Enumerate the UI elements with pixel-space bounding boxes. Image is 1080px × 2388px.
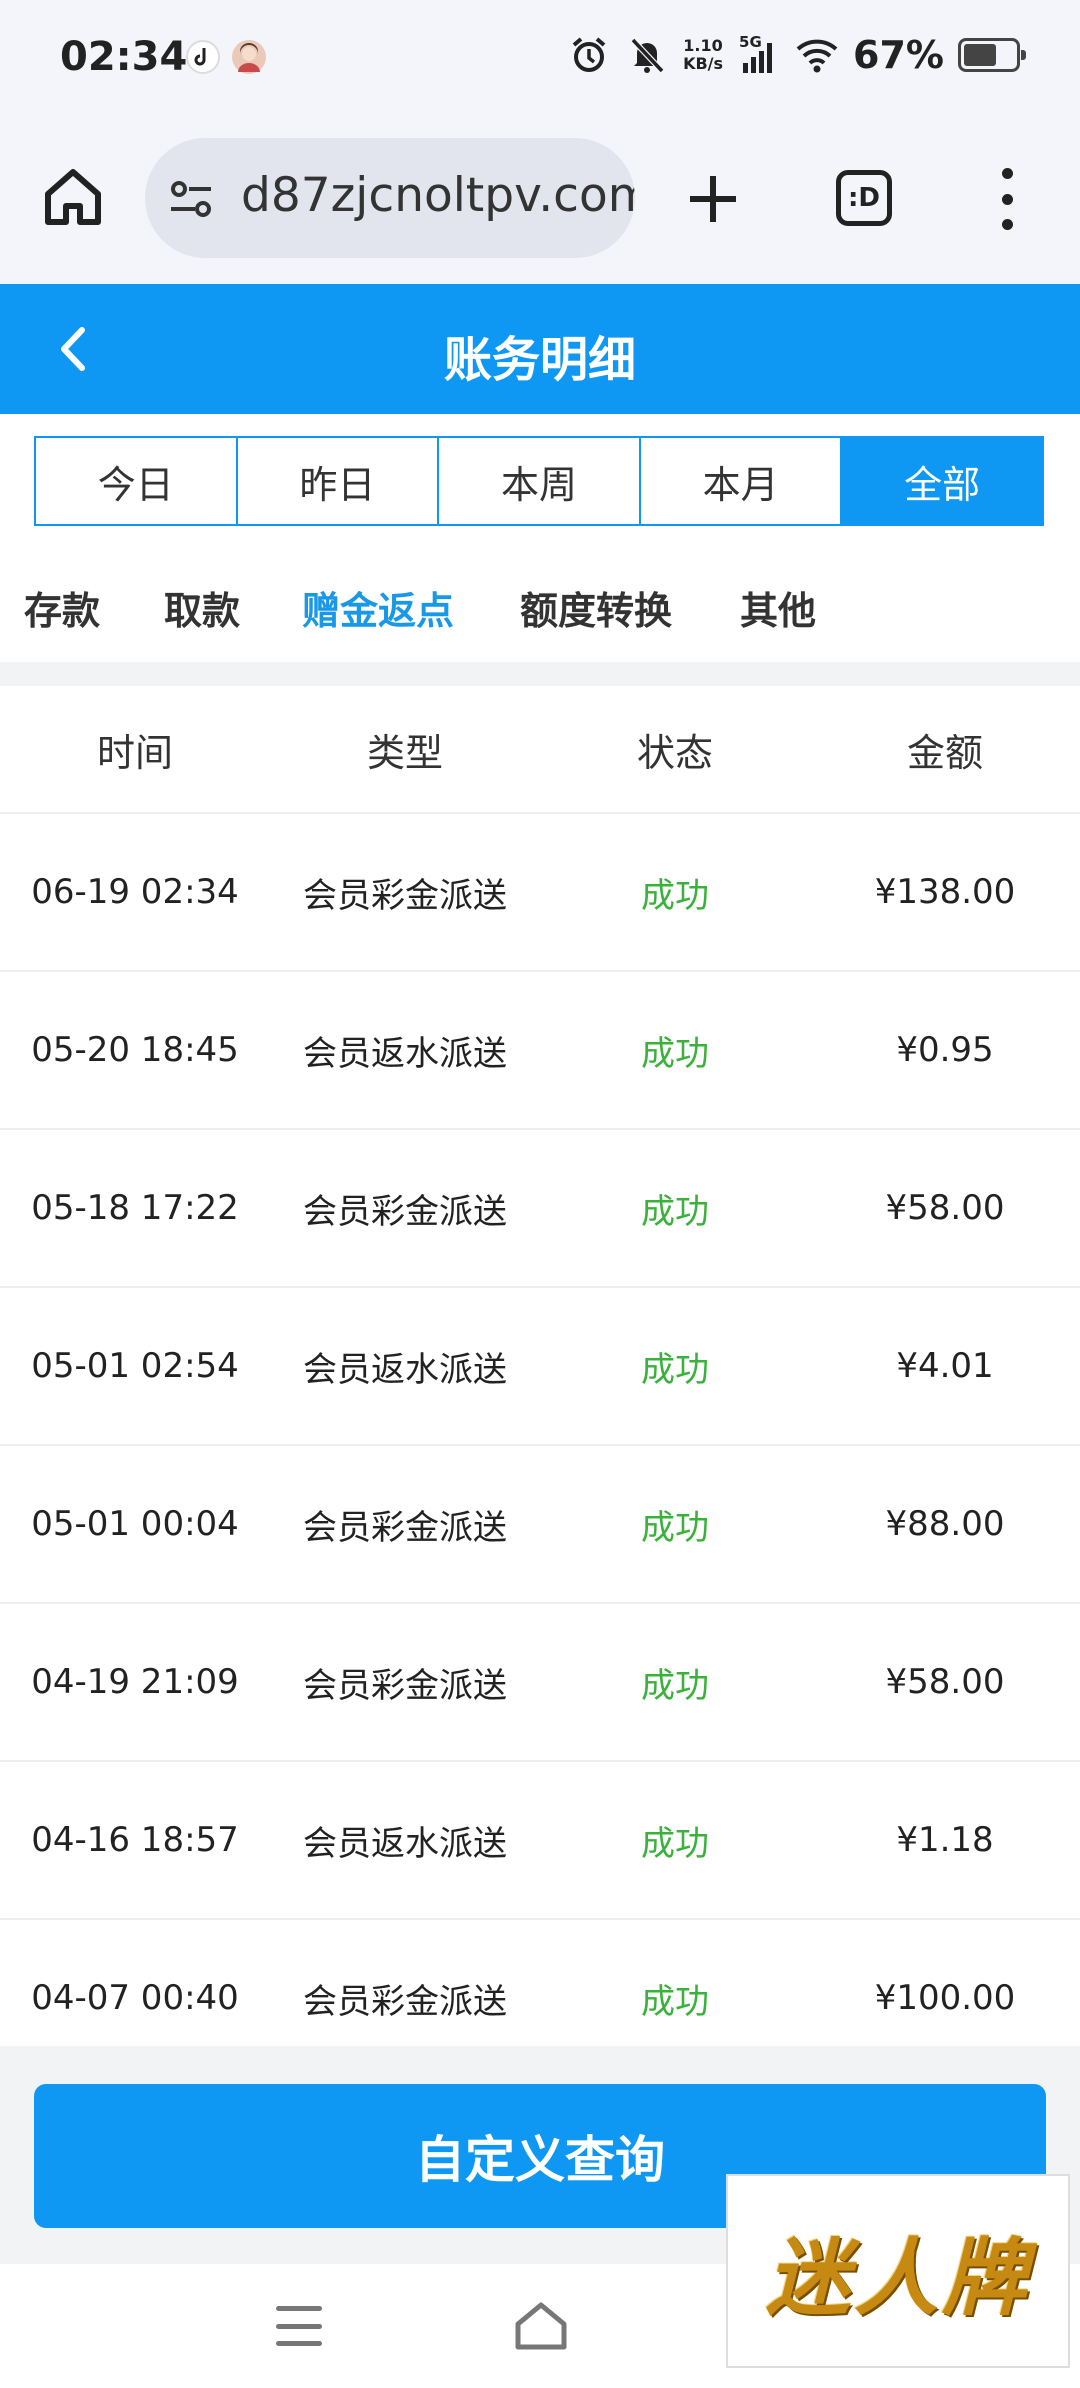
column-header-type: 类型 bbox=[366, 730, 443, 775]
date-filter-segmented: 今日 昨日 本周 本月 全部 bbox=[34, 436, 1044, 526]
table-row[interactable]: 04-16 18:57 会员返水派送 成功 ¥1.18 bbox=[0, 1762, 1080, 1920]
tab-bonus-rebate[interactable]: 赠金返点 bbox=[302, 580, 454, 635]
tab-switcher-button[interactable]: :D bbox=[836, 170, 892, 226]
tab-balance-transfer[interactable]: 额度转换 bbox=[520, 580, 672, 635]
row-status: 成功 bbox=[641, 1981, 709, 2022]
date-filter-yesterday[interactable]: 昨日 bbox=[237, 438, 440, 524]
row-time: 05-20 18:45 bbox=[31, 1030, 239, 1070]
speed-value: 1.10 bbox=[683, 36, 723, 55]
battery-percent: 67% bbox=[853, 33, 944, 77]
alarm-icon bbox=[567, 33, 611, 77]
row-status: 成功 bbox=[641, 1823, 709, 1864]
row-time: 04-16 18:57 bbox=[31, 1820, 239, 1860]
table-row[interactable]: 06-19 02:34 会员彩金派送 成功 ¥138.00 bbox=[0, 814, 1080, 972]
transaction-table[interactable]: 时间 类型 状态 金额 06-19 02:34 会员彩金派送 成功 ¥138.0… bbox=[0, 686, 1080, 2046]
row-status: 成功 bbox=[641, 1665, 709, 1706]
row-type: 会员彩金派送 bbox=[303, 1981, 507, 2022]
date-filter-all[interactable]: 全部 bbox=[842, 438, 1042, 524]
recent-apps-icon[interactable] bbox=[276, 2306, 322, 2346]
table-header: 时间 类型 状态 金额 bbox=[0, 686, 1080, 814]
table-row[interactable]: 04-07 00:40 会员彩金派送 成功 ¥100.00 bbox=[0, 1920, 1080, 2046]
row-type: 会员返水派送 bbox=[303, 1033, 507, 1074]
url-text[interactable]: d87zjcnoltpv.com bbox=[241, 168, 635, 223]
table-row[interactable]: 05-18 17:22 会员彩金派送 成功 ¥58.00 bbox=[0, 1130, 1080, 1288]
status-bar: 02:34 1.10 KB/s 5G 67% bbox=[0, 0, 1080, 118]
tab-withdraw[interactable]: 取款 bbox=[164, 580, 240, 635]
row-type: 会员返水派送 bbox=[303, 1349, 507, 1390]
tiktok-notification-icon bbox=[186, 40, 220, 74]
row-status: 成功 bbox=[641, 1191, 709, 1232]
row-time: 06-19 02:34 bbox=[31, 872, 239, 912]
browser-toolbar: d87zjcnoltpv.com :D bbox=[0, 118, 1080, 284]
date-filter-today[interactable]: 今日 bbox=[36, 438, 238, 524]
nav-home-icon[interactable] bbox=[512, 2300, 570, 2352]
row-amount: ¥1.18 bbox=[896, 1820, 994, 1860]
row-time: 05-01 02:54 bbox=[31, 1346, 239, 1386]
row-amount: ¥88.00 bbox=[885, 1504, 1005, 1544]
date-filter-this-month[interactable]: 本月 bbox=[640, 438, 843, 524]
row-time: 05-18 17:22 bbox=[31, 1188, 239, 1228]
row-time: 04-07 00:40 bbox=[31, 1978, 239, 2018]
address-bar[interactable]: d87zjcnoltpv.com bbox=[145, 138, 635, 258]
row-amount: ¥100.00 bbox=[874, 1978, 1016, 2018]
watermark-logo: 迷人牌 bbox=[726, 2174, 1070, 2368]
column-header-amount: 金额 bbox=[906, 730, 983, 775]
row-type: 会员彩金派送 bbox=[303, 1191, 507, 1232]
date-filter-bar: 今日 昨日 本周 本月 全部 bbox=[0, 414, 1080, 540]
network-speed: 1.10 KB/s bbox=[683, 37, 723, 73]
watermark-text: 迷人牌 bbox=[765, 2228, 1030, 2327]
mute-bell-icon bbox=[625, 33, 669, 77]
row-status: 成功 bbox=[641, 1349, 709, 1390]
cellular-5g-icon: 5G bbox=[737, 33, 781, 77]
speed-unit: KB/s bbox=[683, 54, 724, 73]
wifi-icon bbox=[795, 33, 839, 77]
battery-icon bbox=[958, 38, 1026, 72]
row-type: 会员返水派送 bbox=[303, 1823, 507, 1864]
table-row[interactable]: 04-19 21:09 会员彩金派送 成功 ¥58.00 bbox=[0, 1604, 1080, 1762]
row-type: 会员彩金派送 bbox=[303, 875, 507, 916]
status-time: 02:34 bbox=[60, 34, 188, 80]
row-time: 05-01 00:04 bbox=[31, 1504, 239, 1544]
row-amount: ¥4.01 bbox=[896, 1346, 994, 1386]
date-filter-this-week[interactable]: 本周 bbox=[439, 438, 641, 524]
page-title: 账务明细 bbox=[443, 332, 636, 388]
new-tab-icon[interactable] bbox=[684, 170, 742, 228]
row-type: 会员彩金派送 bbox=[303, 1507, 507, 1548]
row-amount: ¥58.00 bbox=[885, 1662, 1005, 1702]
table-row[interactable]: 05-01 02:54 会员返水派送 成功 ¥4.01 bbox=[0, 1288, 1080, 1446]
row-amount: ¥58.00 bbox=[885, 1188, 1005, 1228]
row-amount: ¥0.95 bbox=[896, 1030, 994, 1070]
app-header: 账务明细 bbox=[0, 284, 1080, 414]
site-settings-icon[interactable] bbox=[167, 174, 217, 224]
category-tabs: 存款 取款 赠金返点 额度转换 其他 bbox=[0, 540, 1080, 662]
table-row[interactable]: 05-20 18:45 会员返水派送 成功 ¥0.95 bbox=[0, 972, 1080, 1130]
home-icon[interactable] bbox=[38, 162, 108, 232]
column-header-status: 状态 bbox=[636, 730, 713, 775]
row-type: 会员彩金派送 bbox=[303, 1665, 507, 1706]
row-status: 成功 bbox=[641, 1507, 709, 1548]
row-status: 成功 bbox=[641, 875, 709, 916]
tab-deposit[interactable]: 存款 bbox=[24, 580, 100, 635]
avatar-notification-icon bbox=[232, 40, 266, 74]
battery-level bbox=[964, 44, 996, 66]
more-menu-icon[interactable] bbox=[997, 168, 1017, 230]
table-row[interactable]: 05-01 00:04 会员彩金派送 成功 ¥88.00 bbox=[0, 1446, 1080, 1604]
row-amount: ¥138.00 bbox=[874, 872, 1016, 912]
network-type: 5G bbox=[739, 33, 762, 51]
tab-other[interactable]: 其他 bbox=[740, 580, 816, 635]
row-status: 成功 bbox=[641, 1033, 709, 1074]
column-header-time: 时间 bbox=[96, 730, 173, 775]
row-time: 04-19 21:09 bbox=[31, 1662, 239, 1702]
